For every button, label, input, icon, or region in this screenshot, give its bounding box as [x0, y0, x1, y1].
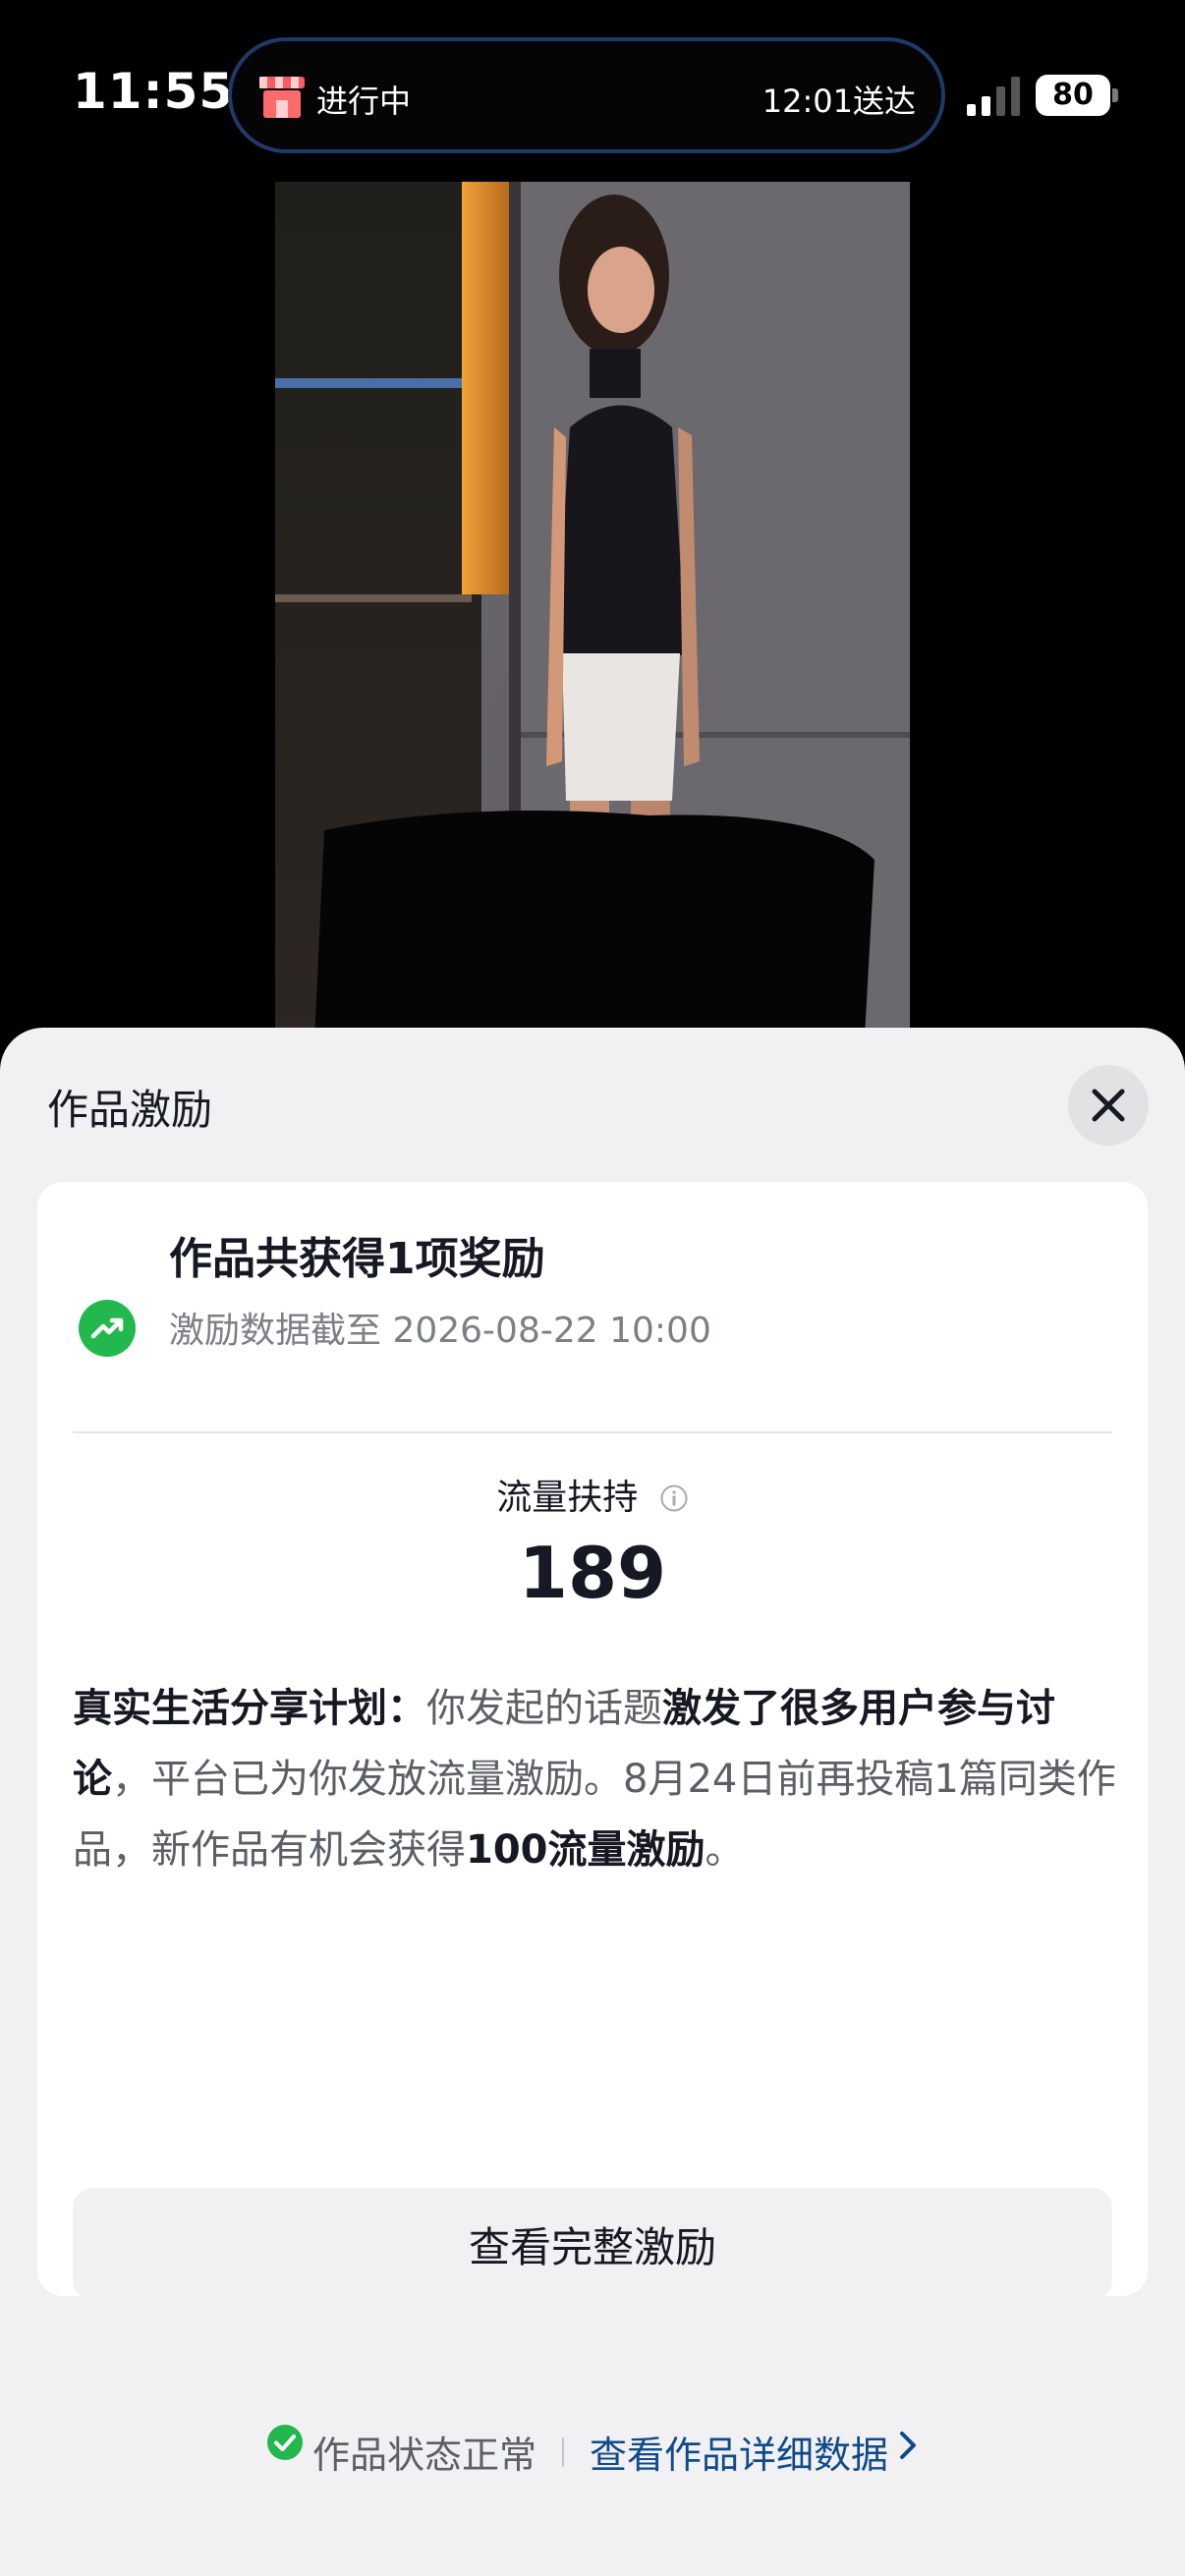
video-photo	[275, 182, 910, 1041]
reward-sheet: 作品激励 作品共获得1项奖励 激励数据截至 2026-08-22 10:00 流…	[0, 1028, 1185, 2576]
battery-indicator: 80	[1036, 75, 1110, 116]
reward-description: 真实生活分享计划：你发起的话题激发了很多用户参与讨论，平台已为你发放流量激励。8…	[73, 1673, 1120, 1885]
desc-highlight-reward: 流量激励	[547, 1827, 705, 1873]
desc-plan-name: 真实生活分享计划：	[73, 1686, 426, 1731]
sheet-title: 作品激励	[47, 1086, 213, 1134]
activity-eta: 12:01送达	[762, 83, 916, 120]
store-icon	[259, 77, 305, 118]
desc-text: 。	[705, 1827, 745, 1873]
info-icon[interactable]	[659, 1484, 689, 1513]
view-detailed-data-link[interactable]: 查看作品详细数据	[590, 2425, 888, 2479]
close-icon	[1092, 1089, 1125, 1122]
reward-headline: 作品共获得1项奖励	[169, 1234, 545, 1284]
battery-cap	[1112, 88, 1118, 102]
reward-card: 作品共获得1项奖励 激励数据截至 2026-08-22 10:00 流量扶持 1…	[37, 1182, 1148, 2300]
video-preview[interactable]	[275, 182, 910, 1041]
close-button[interactable]	[1068, 1065, 1149, 1146]
metric-label: 流量扶持	[496, 1478, 639, 1518]
status-time: 11:55	[73, 63, 235, 120]
desc-text: 你发起的话题	[426, 1686, 662, 1731]
battery-level: 80	[1052, 78, 1094, 112]
work-status: 作品状态正常	[311, 2434, 536, 2477]
chevron-right-icon[interactable]	[896, 2429, 920, 2462]
footer-separator	[562, 2436, 564, 2467]
activity-status: 进行中	[316, 83, 412, 120]
divider	[73, 1431, 1112, 1433]
live-activity-island[interactable]: 进行中 12:01送达	[228, 37, 945, 153]
desc-highlight-amount: 100	[466, 1827, 548, 1873]
view-full-reward-button[interactable]: 查看完整激励	[73, 2188, 1112, 2300]
metric-value: 189	[518, 1532, 667, 1614]
trend-up-icon	[79, 1300, 136, 1357]
signal-icon	[967, 77, 1020, 116]
check-circle-icon	[266, 2425, 303, 2460]
status-bar: 11:55 进行中 12:01送达 80	[0, 0, 1185, 187]
footer-status-row: 作品状态正常 查看作品详细数据	[0, 2423, 1185, 2482]
metric-label-row: 流量扶持	[37, 1469, 1148, 1520]
reward-data-date: 激励数据截至 2026-08-22 10:00	[169, 1311, 711, 1351]
